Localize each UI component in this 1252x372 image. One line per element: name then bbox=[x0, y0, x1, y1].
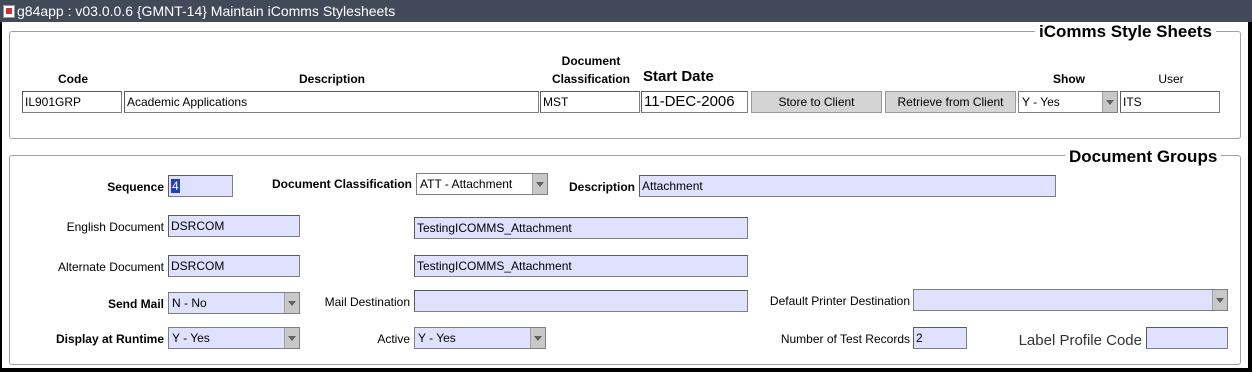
alternate-doc-field[interactable]: DSRCOM bbox=[168, 255, 300, 277]
mail-destination-field[interactable] bbox=[414, 290, 748, 312]
label-profile-code-label: Label Profile Code bbox=[1018, 332, 1142, 349]
alternate-doc-label: Alternate Document bbox=[57, 260, 164, 274]
stylesheets-group-title: iComms Style Sheets bbox=[1035, 22, 1216, 42]
active-label: Active bbox=[377, 332, 410, 346]
show-select-value: Y - Yes bbox=[1022, 95, 1060, 109]
mail-destination-label: Mail Destination bbox=[324, 295, 410, 309]
active-select-value: Y - Yes bbox=[418, 331, 456, 345]
english-doc-label: English Document bbox=[66, 220, 164, 234]
code-field[interactable]: IL901GRP bbox=[22, 91, 122, 113]
start-date-field[interactable]: 11-DEC-2006 bbox=[641, 91, 748, 113]
group-description-field[interactable]: Attachment bbox=[639, 175, 1056, 197]
doc-class-select[interactable]: ATT - Attachment bbox=[416, 173, 548, 195]
doc-class-label-line2: Classification bbox=[551, 72, 631, 86]
user-label: User bbox=[1158, 72, 1184, 86]
store-to-client-button[interactable]: Store to Client bbox=[751, 91, 882, 113]
code-label: Code bbox=[58, 72, 88, 86]
doc-class-label-line1: Document bbox=[561, 54, 621, 68]
description-field[interactable]: Academic Applications bbox=[124, 91, 539, 113]
chevron-down-icon[interactable] bbox=[1212, 290, 1227, 310]
retrieve-from-client-button[interactable]: Retrieve from Client bbox=[885, 91, 1016, 113]
user-field[interactable]: ITS bbox=[1120, 91, 1220, 113]
group-description-label: Description bbox=[568, 180, 635, 194]
display-runtime-select-value: Y - Yes bbox=[172, 331, 210, 345]
chevron-down-icon[interactable] bbox=[284, 328, 299, 348]
english-doc-name-field[interactable]: TestingICOMMS_Attachment bbox=[414, 217, 748, 239]
alternate-doc-name-field[interactable]: TestingICOMMS_Attachment bbox=[414, 255, 748, 277]
sequence-label: Sequence bbox=[107, 180, 164, 194]
title-bar: g84app : v03.0.0.6 {GMNT-14} Maintain iC… bbox=[0, 0, 1252, 22]
app-icon bbox=[3, 5, 15, 18]
send-mail-select[interactable]: N - No bbox=[168, 292, 300, 314]
display-runtime-label: Display at Runtime bbox=[55, 332, 164, 346]
document-groups-title: Document Groups bbox=[1065, 147, 1222, 167]
doc-class-select-value: ATT - Attachment bbox=[420, 177, 513, 191]
chevron-down-icon[interactable] bbox=[530, 328, 545, 348]
show-select[interactable]: Y - Yes bbox=[1018, 91, 1118, 113]
num-test-records-field[interactable]: 2 bbox=[913, 327, 967, 349]
display-runtime-select[interactable]: Y - Yes bbox=[168, 327, 300, 349]
doc-class-field[interactable]: MST bbox=[540, 91, 640, 113]
label-profile-code-field[interactable] bbox=[1146, 327, 1228, 349]
english-doc-field[interactable]: DSRCOM bbox=[168, 215, 300, 237]
default-printer-select[interactable] bbox=[913, 289, 1228, 311]
default-printer-label: Default Printer Destination bbox=[769, 294, 910, 308]
doc-class-label: Document Classification bbox=[271, 177, 412, 191]
num-test-records-label: Number of Test Records bbox=[780, 332, 910, 346]
active-select[interactable]: Y - Yes bbox=[414, 327, 546, 349]
sequence-value: 4 bbox=[171, 179, 180, 193]
chevron-down-icon[interactable] bbox=[1102, 92, 1117, 112]
window-title: g84app : v03.0.0.6 {GMNT-14} Maintain iC… bbox=[17, 3, 396, 19]
send-mail-label: Send Mail bbox=[107, 297, 164, 311]
sequence-field[interactable]: 4 bbox=[168, 175, 233, 197]
show-label: Show bbox=[1053, 72, 1085, 86]
description-label: Description bbox=[298, 72, 365, 86]
start-date-label: Start Date bbox=[643, 68, 714, 85]
main-window: iComms Style Sheets Code Description Doc… bbox=[2, 22, 1248, 368]
send-mail-select-value: N - No bbox=[172, 296, 207, 310]
